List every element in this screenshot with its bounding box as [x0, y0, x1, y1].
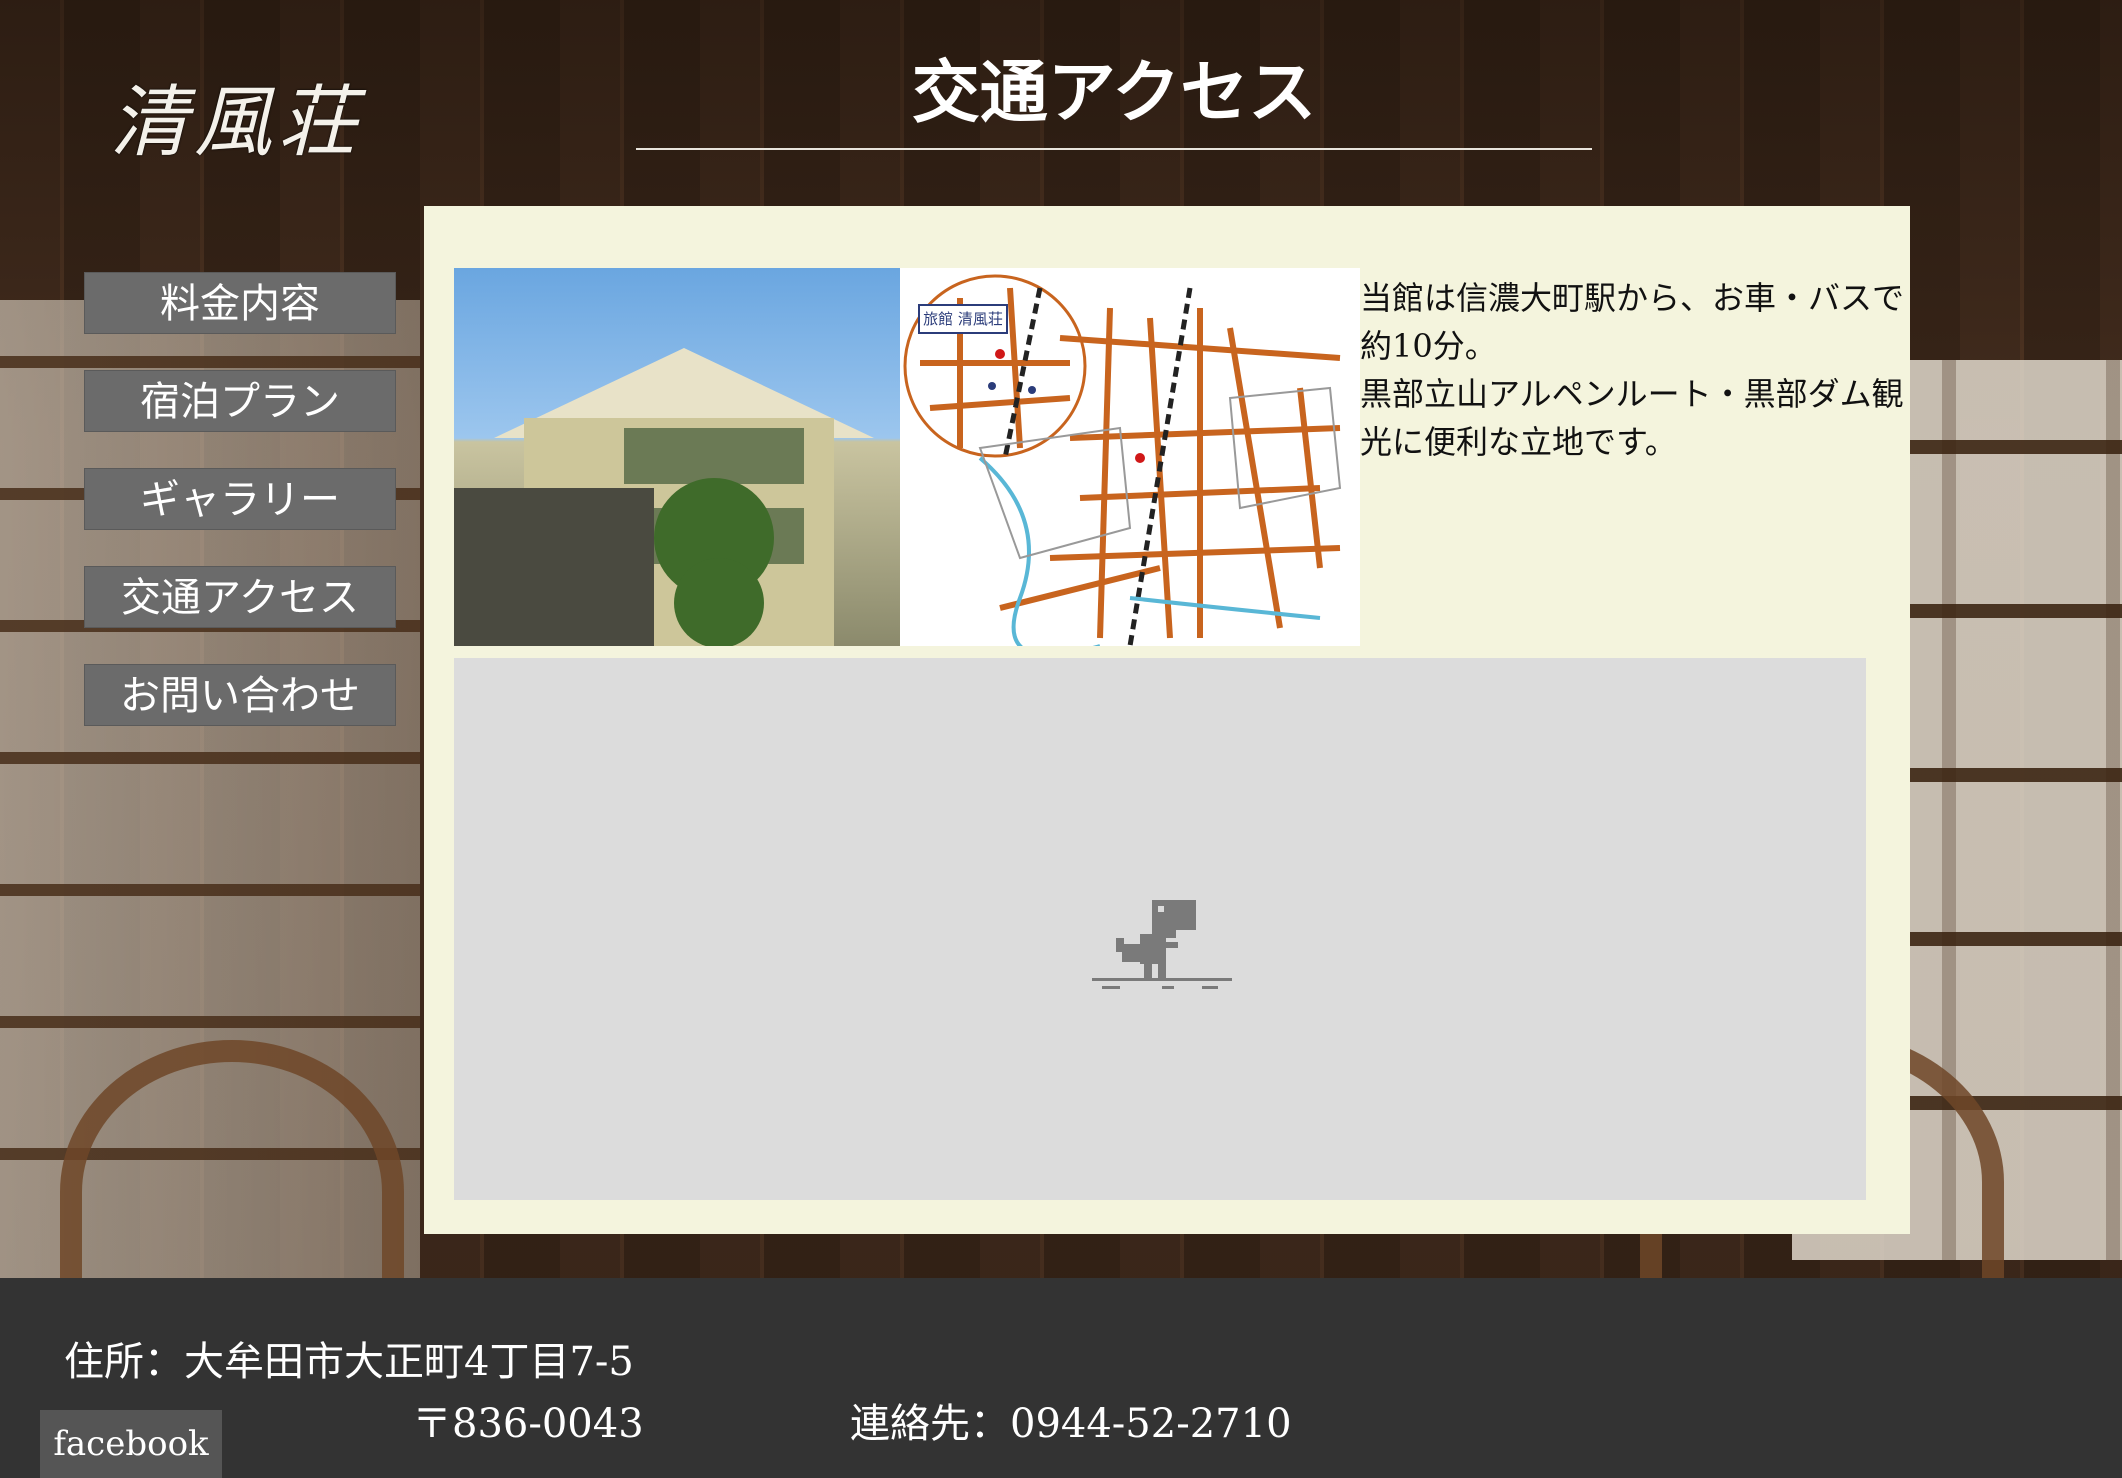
facebook-button[interactable]: facebook — [40, 1410, 222, 1478]
map-ryokan-label: 旅館 清風荘 — [918, 304, 1008, 334]
access-description: 当館は信濃大町駅から、お車・バスで約10分。 黒部立山アルペンルート・黒部ダム観… — [1360, 274, 1905, 466]
page-title: 交通アクセス — [636, 48, 1592, 150]
footer-contact-phone: 連絡先：0944-52-2710 — [850, 1401, 1292, 1447]
photo-entrance-shape — [454, 488, 654, 646]
photo-window-shape — [624, 428, 804, 484]
side-nav: 料金内容 宿泊プラン ギャラリー 交通アクセス お問い合わせ — [84, 272, 396, 762]
content-panel: 旅館 清風荘 当館は信濃大町駅から、お車・バスで約10分。 黒部立山アルペンルー… — [424, 206, 1910, 1234]
nav-item-contact[interactable]: お問い合わせ — [84, 664, 396, 726]
embedded-map-frame[interactable] — [454, 658, 1866, 1200]
access-description-line: 黒部立山アルペンルート・黒部ダム観光に便利な立地です。 — [1360, 375, 1904, 461]
footer-address: 住所：大牟田市大正町4丁目7-5 — [64, 1339, 634, 1385]
nav-item-plans[interactable]: 宿泊プラン — [84, 370, 396, 432]
access-map-image: 旅館 清風荘 — [900, 268, 1360, 646]
nav-item-access[interactable]: 交通アクセス — [84, 566, 396, 628]
offline-dino-icon — [1092, 900, 1232, 989]
site-footer: 住所：大牟田市大正町4丁目7-5 〒836-0043 連絡先：0944-52-2… — [0, 1278, 2122, 1478]
photo-tree-shape — [674, 558, 764, 646]
ryokan-building-photo — [454, 268, 900, 646]
footer-postal-code: 〒836-0043 — [412, 1401, 644, 1447]
nav-item-pricing[interactable]: 料金内容 — [84, 272, 396, 334]
nav-item-gallery[interactable]: ギャラリー — [84, 468, 396, 530]
site-logo[interactable]: 清風荘 — [110, 78, 370, 168]
access-description-line: 当館は信濃大町駅から、お車・バスで約10分。 — [1360, 279, 1905, 365]
